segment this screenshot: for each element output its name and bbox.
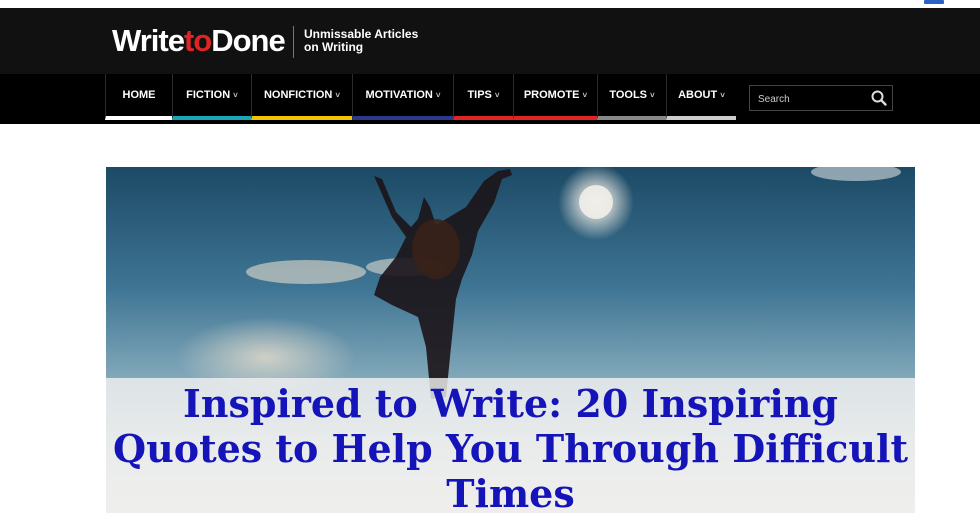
chevron-down-icon: ˅ [582,90,588,100]
nav-item-label: ABOUT [678,89,718,101]
nav-item-about[interactable]: ABOUT ˅ [666,74,736,120]
logo-part-done: Done [211,23,285,58]
chevron-down-icon: ˅ [720,90,725,100]
nav-item-motivation[interactable]: MOTIVATION ˅ [352,74,453,120]
site-logo[interactable]: WritetoDone [112,23,286,58]
chevron-down-icon: ˅ [650,90,655,100]
search-input[interactable] [756,90,870,108]
search-box [749,85,893,111]
nav-item-tools[interactable]: TOOLS ˅ [597,74,666,120]
nav-item-label: FICTION [186,89,231,101]
logo-part-to: to [183,23,212,58]
chevron-down-icon: ˅ [435,90,441,100]
nav-item-promote[interactable]: PROMOTE ˅ [513,74,597,120]
article-title[interactable]: Inspired to Write: 20 Inspiring Quotes t… [106,381,915,513]
logo-part-write: Write [112,23,185,58]
featured-image[interactable]: Inspired to Write: 20 Inspiring Quotes t… [106,167,915,513]
nav-item-nonfiction[interactable]: NONFICTION ˅ [251,74,352,120]
top-strip [0,0,980,8]
nav-item-label: TIPS [467,89,492,101]
nav-item-label: PROMOTE [523,89,580,101]
nav-item-home[interactable]: HOME [105,74,172,120]
chevron-down-icon: ˅ [233,90,238,100]
nav-item-label: NONFICTION [263,89,333,101]
chevron-down-icon: ˅ [335,90,341,100]
nav-item-label: MOTIVATION [365,89,433,101]
nav-item-tips[interactable]: TIPS ˅ [453,74,513,120]
top-strip-badge[interactable] [924,0,944,4]
main-nav: HOME FICTION ˅ NONFICTION ˅ MOTIVATION ˅ TI… [0,74,980,124]
nav-item-label: HOME [122,89,156,101]
nav-item-label: TOOLS [609,89,648,101]
search-icon[interactable] [870,89,888,107]
logo-divider [293,26,294,58]
tagline-line-2: on Writing [304,40,364,54]
site-header: WritetoDone Unmissable Articles on Writi… [0,8,980,74]
nav-item-fiction[interactable]: FICTION ˅ [172,74,251,120]
chevron-down-icon: ˅ [494,90,500,100]
site-tagline: Unmissable Articles on Writing [304,28,418,54]
nav-menu: HOME FICTION ˅ NONFICTION ˅ MOTIVATION ˅ TI… [105,74,736,124]
